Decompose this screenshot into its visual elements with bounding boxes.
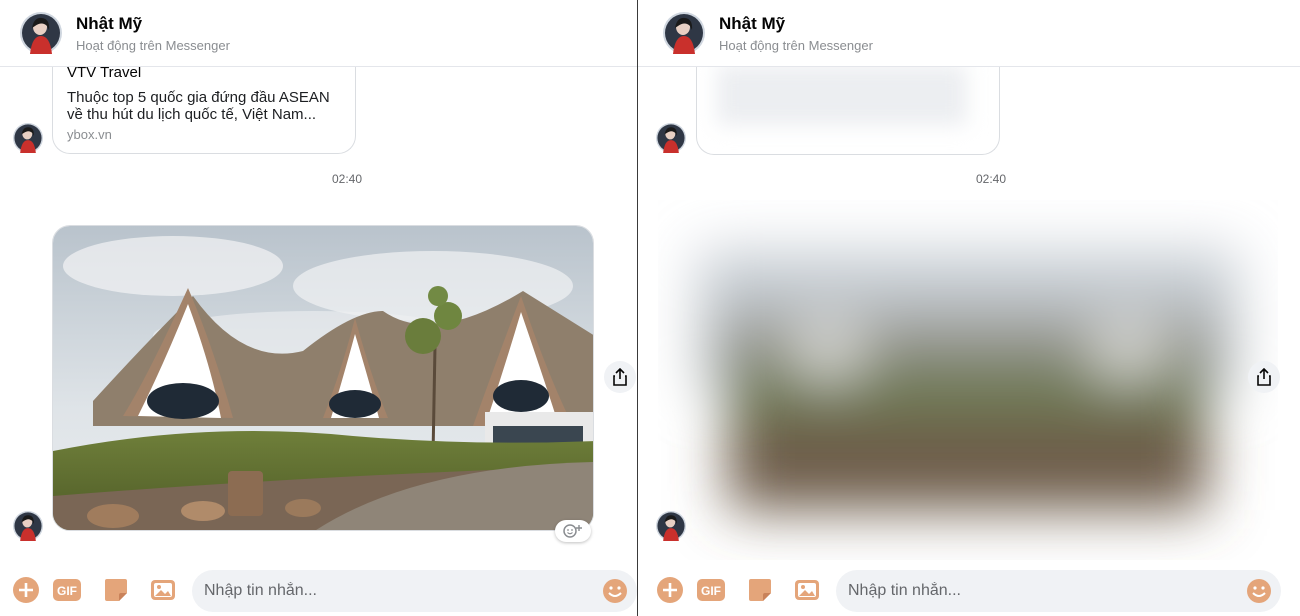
sticker-icon[interactable] (102, 576, 130, 604)
contact-avatar[interactable] (20, 12, 62, 54)
message-avatar[interactable] (13, 123, 43, 153)
message-input[interactable] (848, 570, 1238, 612)
photo-message[interactable] (52, 225, 594, 531)
message-input-container (192, 570, 637, 612)
share-icon[interactable] (1248, 361, 1280, 393)
link-preview-description-line-1: Thuộc top 5 quốc gia đứng đầu ASEAN (67, 89, 330, 106)
message-composer: GIF (0, 566, 637, 616)
gif-icon[interactable]: GIF (696, 576, 726, 604)
message-composer: GIF (638, 566, 1300, 616)
plus-circle-icon[interactable] (12, 576, 40, 604)
sticker-icon[interactable] (746, 576, 774, 604)
message-avatar[interactable] (656, 123, 686, 153)
chat-header: Nhật Mỹ Hoạt động trên Messenger (0, 0, 637, 67)
image-icon[interactable] (793, 576, 821, 604)
plus-circle-icon[interactable] (656, 576, 684, 604)
message-avatar[interactable] (656, 511, 686, 541)
blurred-content (717, 65, 967, 125)
message-input-container (836, 570, 1281, 612)
contact-status: Hoạt động trên Messenger (76, 38, 230, 53)
emoji-icon[interactable] (1245, 577, 1273, 605)
emoji-icon[interactable] (601, 577, 629, 605)
message-avatar[interactable] (13, 511, 43, 541)
image-icon[interactable] (149, 576, 177, 604)
contact-name[interactable]: Nhật Mỹ (76, 14, 142, 34)
gif-label: GIF (701, 584, 721, 598)
message-timestamp: 02:40 (332, 172, 363, 186)
chat-pane-original: Nhật Mỹ Hoạt động trên Messenger VTV Tra… (0, 0, 637, 616)
photo-message-blurred[interactable] (658, 200, 1278, 560)
gif-label: GIF (57, 584, 77, 598)
contact-avatar[interactable] (663, 12, 705, 54)
message-input[interactable] (204, 570, 594, 612)
link-preview-description-line-2: về thu hút du lịch quốc tế, Việt Nam... (67, 106, 317, 123)
message-timestamp: 02:40 (976, 172, 1007, 186)
chat-pane-blurred: Nhật Mỹ Hoạt động trên Messenger 02:40 G… (638, 0, 1300, 616)
link-preview-domain: ybox.vn (67, 127, 112, 142)
share-icon[interactable] (604, 361, 636, 393)
link-preview-card-blurred[interactable] (696, 55, 1000, 155)
contact-status: Hoạt động trên Messenger (719, 38, 873, 53)
gif-icon[interactable]: GIF (52, 576, 82, 604)
chat-header: Nhật Mỹ Hoạt động trên Messenger (638, 0, 1300, 67)
contact-name[interactable]: Nhật Mỹ (719, 14, 785, 34)
add-reaction-icon[interactable] (555, 520, 591, 542)
